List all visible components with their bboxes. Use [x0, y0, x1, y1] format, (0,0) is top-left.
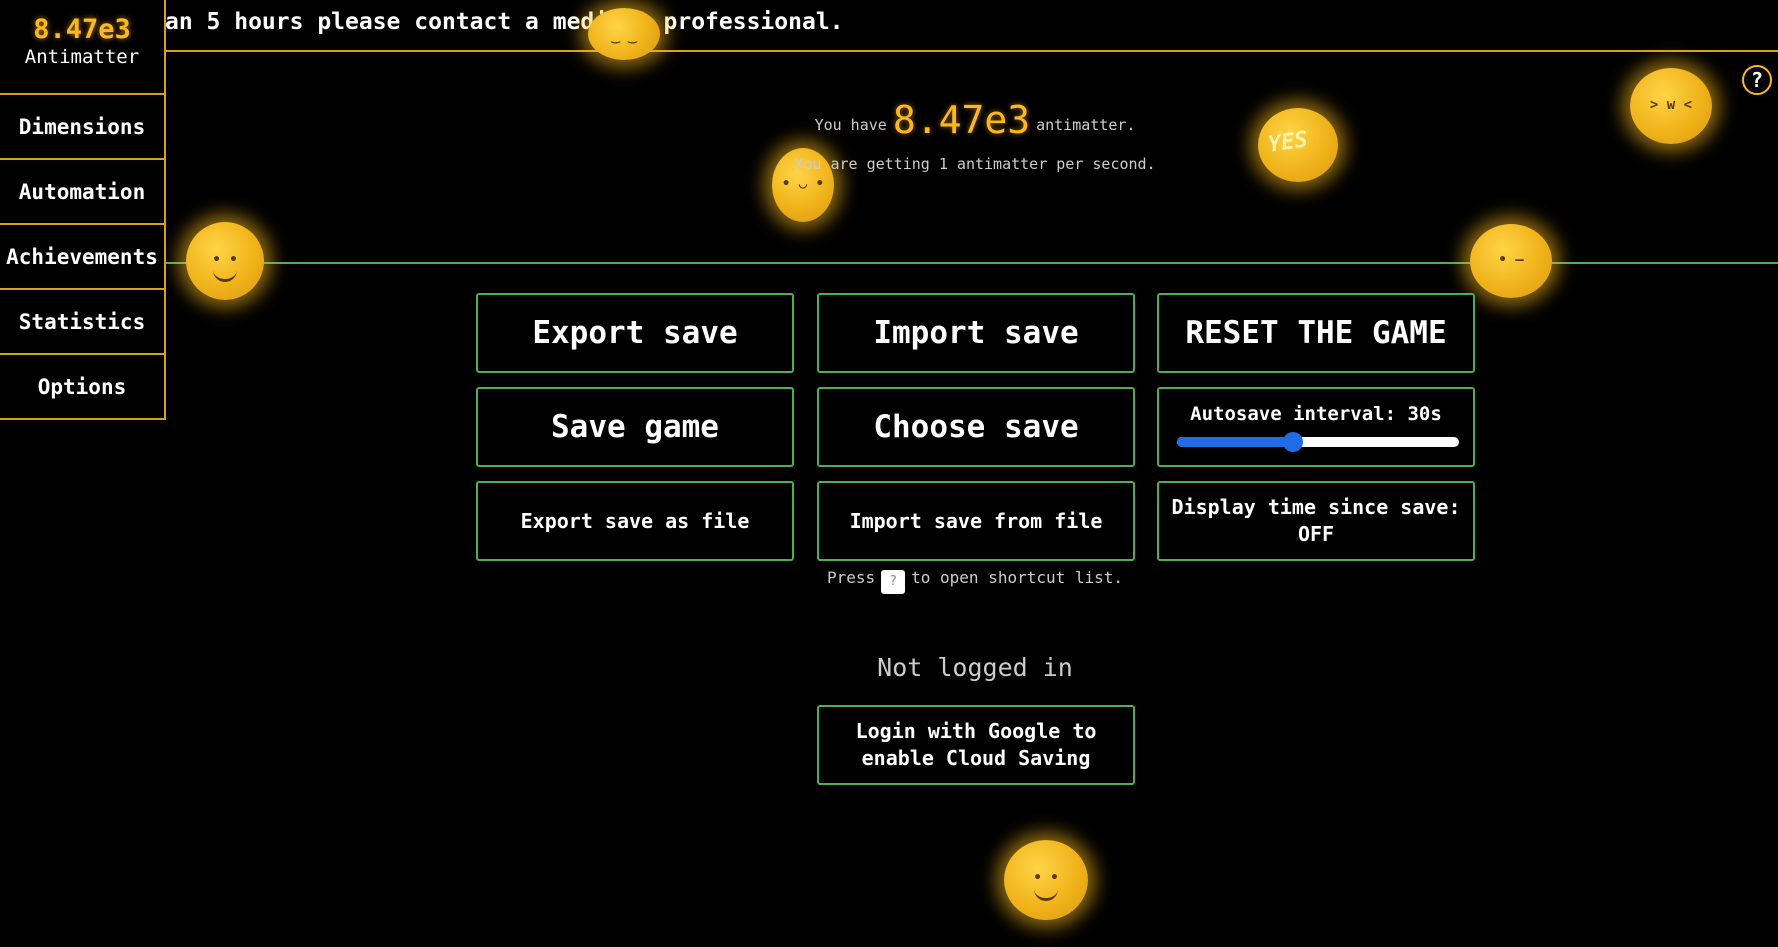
choose-save-button[interactable]: Choose save	[817, 387, 1135, 467]
shortcut-key[interactable]: ?	[881, 570, 906, 594]
sidebar-item-automation[interactable]: Automation	[0, 160, 164, 225]
sidebar-antimatter-label: Antimatter	[24, 46, 140, 68]
google-login-line2: enable Cloud Saving	[861, 746, 1091, 770]
export-save-button[interactable]: Export save	[476, 293, 794, 373]
cloud-login-status: Not logged in	[877, 653, 1073, 682]
news-ticker: an 5 hours please contact a medical prof…	[0, 0, 1778, 52]
display-time-value: OFF	[1297, 522, 1335, 546]
save-game-button[interactable]: Save game	[476, 387, 794, 467]
shortcut-hint-suffix: to open shortcut list.	[911, 568, 1124, 587]
display-time-label: Display time since save:	[1171, 495, 1461, 519]
sidebar-antimatter-amount: 8.47e3	[33, 14, 131, 45]
import-save-file-button[interactable]: Import save from file	[817, 481, 1135, 561]
smirk-emoji-icon: • –	[1470, 224, 1552, 298]
google-login-line1: Login with Google to	[855, 719, 1097, 743]
antimatter-rate: You are getting 1 antimatter per second.	[794, 155, 1156, 173]
emoji-blob-icon: ‿ ‿	[588, 8, 660, 60]
slider-fill	[1177, 437, 1293, 447]
news-ticker-text: an 5 hours please contact a medical prof…	[165, 9, 844, 35]
antimatter-suffix: antimatter.	[1036, 116, 1136, 134]
antimatter-amount: 8.47e3	[892, 98, 1031, 142]
question-circle-icon[interactable]: ?	[1742, 65, 1772, 95]
sidebar: 8.47e3 Antimatter Dimensions Automation …	[0, 0, 166, 420]
shortcut-hint: Press? to open shortcut list.	[0, 568, 1778, 594]
display-time-since-save-button[interactable]: Display time since save: OFF	[1157, 481, 1475, 561]
thumbs-up-emoji-icon: • •	[1004, 840, 1088, 920]
antimatter-prefix: You have	[814, 116, 887, 134]
slider-thumb[interactable]	[1282, 432, 1303, 452]
sidebar-resource: 8.47e3 Antimatter	[0, 0, 164, 95]
autosave-interval-slider[interactable]	[1177, 432, 1459, 452]
sidebar-item-statistics[interactable]: Statistics	[0, 290, 164, 355]
google-login-button[interactable]: Login with Google to enable Cloud Saving	[817, 705, 1135, 785]
sidebar-item-dimensions[interactable]: Dimensions	[0, 95, 164, 160]
reset-game-button[interactable]: RESET THE GAME	[1157, 293, 1475, 373]
antimatter-summary: You have 8.47e3 antimatter.	[0, 98, 1778, 142]
sidebar-item-achievements[interactable]: Achievements	[0, 225, 164, 290]
autosave-interval-control: Autosave interval: 30s	[1157, 387, 1475, 467]
autosave-interval-label: Autosave interval: 30s	[1190, 403, 1442, 425]
shortcut-hint-prefix: Press	[826, 568, 876, 587]
import-save-button[interactable]: Import save	[817, 293, 1135, 373]
thinking-emoji-icon: • •	[186, 222, 264, 300]
export-save-file-button[interactable]: Export save as file	[476, 481, 794, 561]
sidebar-item-options[interactable]: Options	[0, 355, 164, 418]
